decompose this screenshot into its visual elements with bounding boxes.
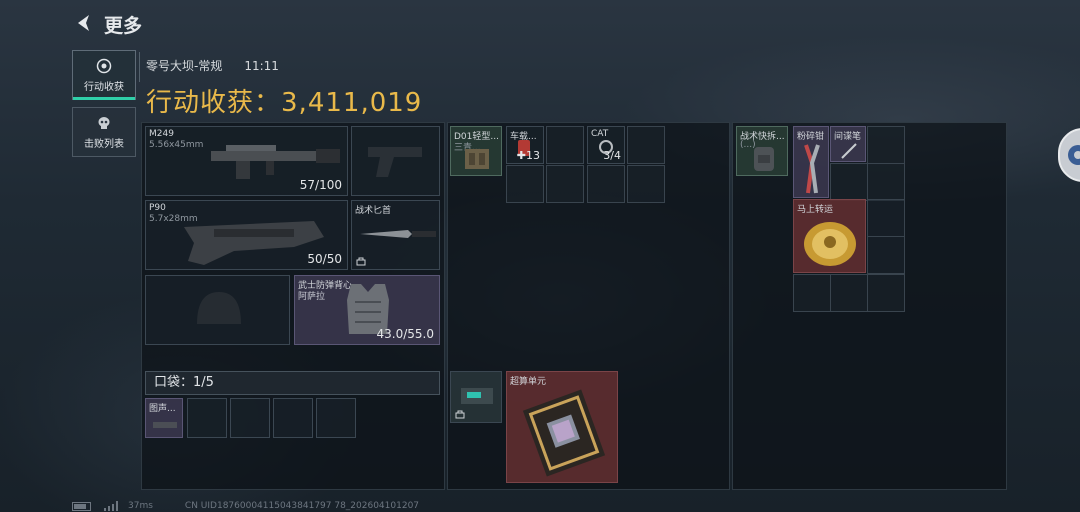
- battery-icon: [72, 501, 91, 511]
- weapon-caliber: 5.56x45mm: [149, 140, 204, 150]
- pistol-icon: [368, 147, 422, 177]
- helmet-icon: [197, 292, 241, 324]
- helmet-slot[interactable]: [145, 275, 290, 345]
- flower-icon: [1068, 145, 1080, 165]
- suppressor-icon: [153, 422, 177, 428]
- container-cell[interactable]: [867, 274, 905, 312]
- pocket-label: 口袋：: [154, 375, 194, 390]
- supercomputer-unit-slot[interactable]: 超算单元: [506, 371, 618, 483]
- pen-icon: [841, 143, 857, 159]
- chest-rig-icon: [465, 149, 489, 169]
- weapon-ammo: 57/100: [299, 178, 342, 192]
- knife-icon: [360, 230, 436, 238]
- item-name: 超算单元: [510, 377, 547, 387]
- divider: [139, 52, 140, 82]
- secondary-weapon-slot[interactable]: P90 5.7x28mm 50/50: [145, 200, 348, 270]
- back-arrow-icon: [78, 15, 89, 31]
- backpack-slot[interactable]: 战术快拆... (...): [736, 126, 788, 176]
- container-item-pliers[interactable]: 粉碎钳: [793, 126, 829, 198]
- weapon-ammo: 50/50: [307, 252, 342, 266]
- loot-icon: [96, 58, 112, 73]
- skull-icon: [98, 116, 110, 129]
- item-count: 3/4: [603, 149, 621, 162]
- pliers-icon: [804, 144, 820, 194]
- back-button[interactable]: [70, 10, 98, 36]
- melee-name: 战术匕首: [355, 206, 392, 216]
- lock-icon: [455, 410, 465, 419]
- container-cell[interactable]: [830, 163, 868, 201]
- signal-icon: [104, 501, 118, 511]
- weapon-name: P90: [149, 203, 166, 213]
- pocket-count: 1/5: [193, 375, 214, 390]
- pocket-slot-3[interactable]: [230, 398, 270, 438]
- tab-action-harvest[interactable]: 行动收获: [72, 50, 136, 100]
- rig-cell[interactable]: [627, 126, 665, 164]
- pocket-header: 口袋：1/5: [145, 371, 440, 395]
- rig-cell[interactable]: [546, 126, 584, 164]
- container-cell[interactable]: [867, 163, 905, 201]
- tab-label: 击败列表: [84, 138, 124, 150]
- container-item-transfer[interactable]: 马上转运: [793, 199, 866, 273]
- machine-gun-icon: [211, 145, 340, 179]
- chest-rig-slot[interactable]: D01轻型... 三青...: [450, 126, 502, 176]
- harvest-value: 3,411,019: [281, 88, 423, 118]
- tab-label: 行动收获: [84, 81, 124, 93]
- pocket-slot-2[interactable]: [187, 398, 227, 438]
- ping-value: 37ms: [128, 501, 153, 511]
- rig-cell-item[interactable]: 车载... ✚13: [506, 126, 544, 164]
- backpack-icon: [754, 147, 774, 171]
- pocket-slot-4[interactable]: [273, 398, 313, 438]
- container-item-spy-pen[interactable]: 间谍笔: [830, 126, 866, 162]
- rig-cell[interactable]: [506, 165, 544, 203]
- pocket-slot-5[interactable]: [316, 398, 356, 438]
- item-count: ✚13: [516, 149, 540, 162]
- page-title: 更多: [104, 15, 143, 37]
- match-info: 零号大坝-常规 11:11: [146, 57, 279, 74]
- tab-kill-list[interactable]: 击败列表: [72, 107, 136, 157]
- rig-cell[interactable]: [627, 165, 665, 203]
- match-time: 11:11: [244, 59, 279, 73]
- item-name: 图声...: [149, 404, 176, 414]
- status-footer: 37ms CN UID18760004115043841797 78_20260…: [72, 501, 419, 511]
- golden-turntable-icon: [804, 222, 856, 266]
- container-cell[interactable]: [830, 274, 868, 312]
- map-mode: 零号大坝-常规: [146, 59, 223, 73]
- melee-slot[interactable]: 战术匕首: [351, 200, 440, 270]
- container-cell[interactable]: [867, 199, 905, 237]
- pocket-slot-1[interactable]: 图声...: [145, 398, 183, 438]
- container-cell[interactable]: [867, 236, 905, 274]
- weapon-name: M249: [149, 129, 174, 139]
- lock-icon: [356, 257, 366, 266]
- ammo-box-icon: [461, 388, 493, 404]
- armor-subname: 阿萨拉: [298, 292, 326, 302]
- container-cell[interactable]: [793, 274, 831, 312]
- rig-cell[interactable]: [546, 165, 584, 203]
- pistol-slot[interactable]: [351, 126, 440, 196]
- uid-text: CN UID18760004115043841797 78_2026041012…: [184, 501, 420, 511]
- armor-durability: 43.0/55.0: [376, 327, 434, 341]
- armor-slot[interactable]: 武士防弹背心 阿萨拉 43.0/55.0: [294, 275, 440, 345]
- rig-cell-item[interactable]: CAT 3/4: [587, 126, 625, 164]
- circuit-board-icon: [522, 389, 606, 477]
- harvest-label: 行动收获：: [146, 88, 282, 118]
- container-cell[interactable]: [867, 126, 905, 164]
- ammo-box-slot[interactable]: [450, 371, 502, 423]
- harvest-total: 行动收获：3,411,019: [146, 82, 422, 119]
- primary-weapon-slot[interactable]: M249 5.56x45mm 57/100: [145, 126, 348, 196]
- item-name: 粉碎钳: [797, 132, 825, 142]
- rig-cell[interactable]: [587, 165, 625, 203]
- item-name: CAT: [591, 129, 609, 139]
